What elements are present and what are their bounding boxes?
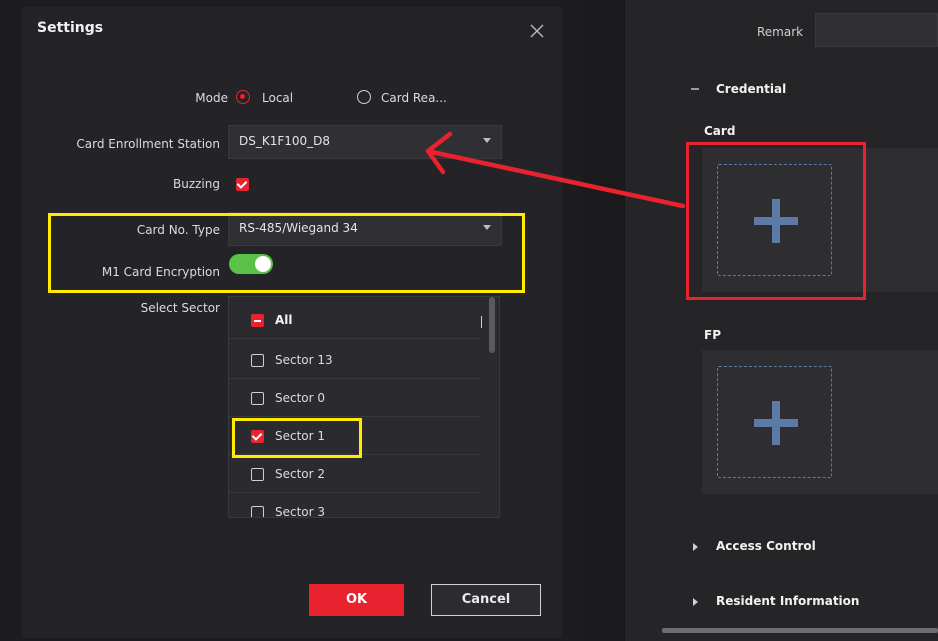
annotation-arrow bbox=[425, 131, 686, 209]
